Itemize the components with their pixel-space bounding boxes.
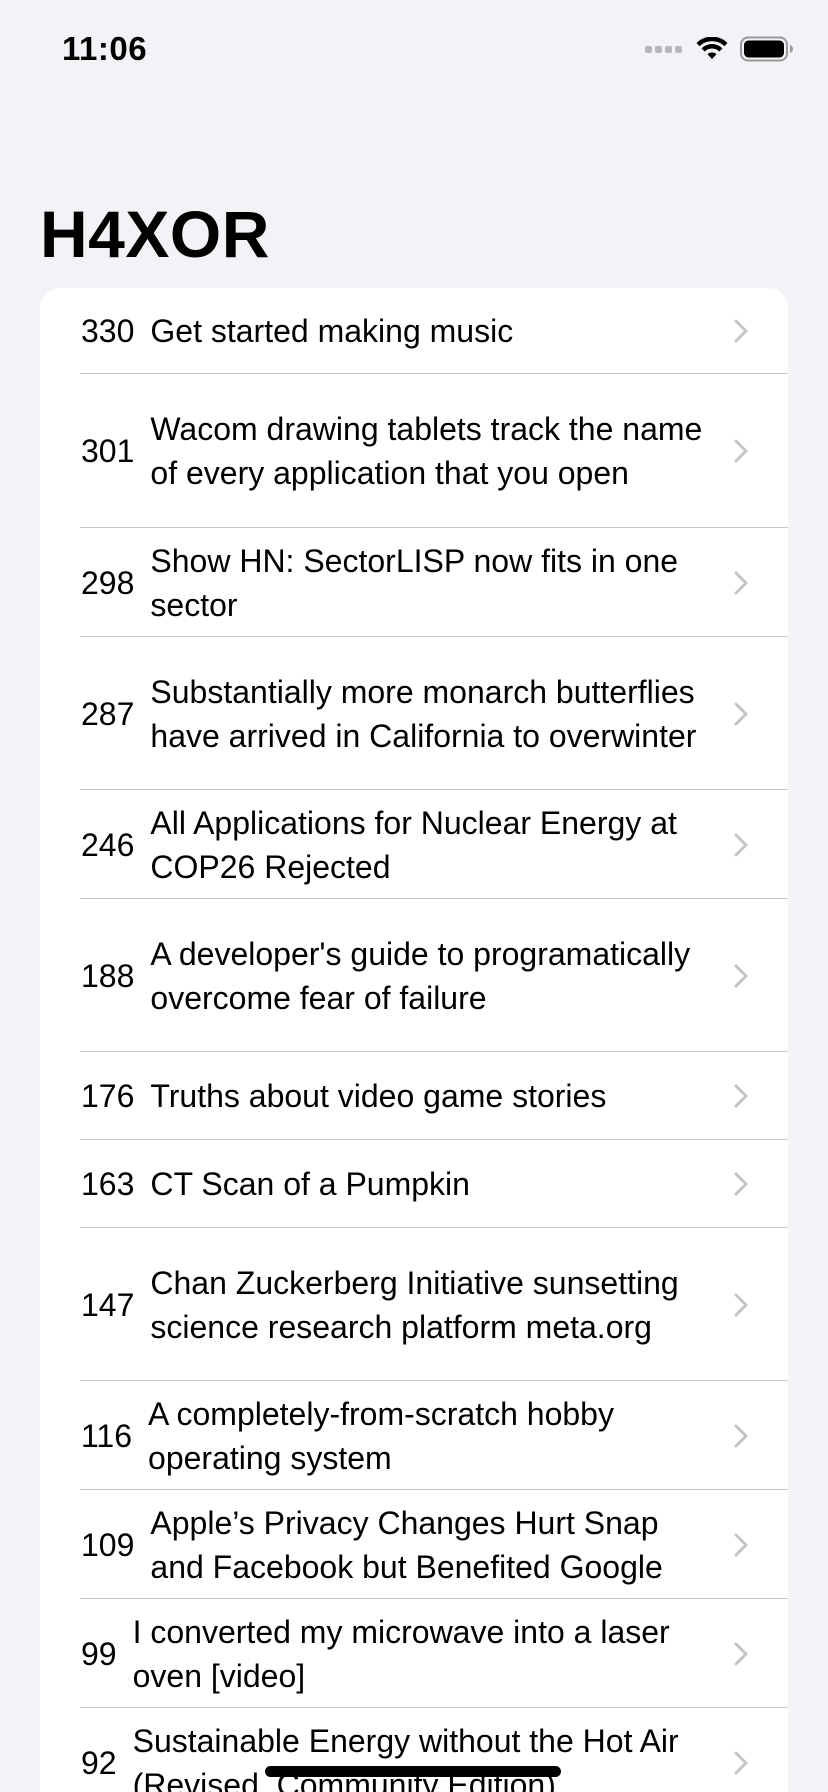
story-score: 298	[81, 564, 135, 601]
chevron-right-icon	[734, 964, 748, 987]
story-row[interactable]: 176 Truths about video game stories	[40, 1052, 788, 1140]
story-row[interactable]: 188 A developer's guide to programaticall…	[40, 899, 788, 1052]
story-title: Substantially more monarch butterflies h…	[150, 673, 697, 754]
home-indicator	[265, 1766, 561, 1777]
chevron-right-icon	[734, 1084, 748, 1108]
story-row[interactable]: 301 Wacom drawing tablets track the name …	[40, 374, 788, 528]
story-title: Wacom drawing tablets track the name of …	[150, 411, 703, 491]
story-score: 301	[81, 433, 135, 469]
story-score: 99	[81, 1635, 117, 1672]
story-list: 330 Get started making music 301 Wacom draw…	[40, 288, 788, 1792]
story-score: 287	[81, 695, 135, 732]
story-title: Apple’s Privacy Changes Hurt Snap and Fa…	[150, 1504, 663, 1585]
story-title: Show HN: SectorLISP now fits in one sect…	[150, 542, 679, 623]
story-score: 176	[81, 1078, 135, 1114]
story-row[interactable]: 92 Sustainable Energy without the Hot Air…	[40, 1708, 788, 1792]
screen: 11:06 H4XOR 330 Get started making music 3…	[0, 0, 828, 1792]
story-title: All Applications for Nuclear Energy at C…	[150, 804, 677, 885]
chevron-right-icon	[734, 1172, 748, 1196]
chevron-right-icon	[734, 1751, 748, 1774]
story-row[interactable]: 99 I converted my microwave into a laser …	[40, 1599, 788, 1708]
story-score: 147	[81, 1286, 135, 1323]
chevron-right-icon	[734, 833, 748, 856]
story-title: CT Scan of a Pumpkin	[150, 1166, 470, 1202]
story-row[interactable]: 163 CT Scan of a Pumpkin	[40, 1140, 788, 1228]
story-row[interactable]: 109 Apple’s Privacy Changes Hurt Snap and…	[40, 1490, 788, 1599]
story-row[interactable]: 246 All Applications for Nuclear Energy a…	[40, 790, 788, 899]
chevron-right-icon	[734, 702, 748, 725]
cellular-signal-icon	[645, 45, 682, 53]
chevron-right-icon	[734, 571, 748, 594]
story-title: A developer's guide to programatically o…	[150, 935, 691, 1016]
wifi-icon	[696, 37, 728, 59]
story-title: Sustainable Energy without the Hot Air (…	[132, 1722, 679, 1792]
battery-icon	[740, 36, 793, 62]
chevron-right-icon	[734, 1293, 748, 1316]
chevron-right-icon	[734, 439, 748, 463]
story-score: 246	[81, 826, 135, 863]
status-bar: 11:06	[0, 0, 828, 100]
story-row[interactable]: 116 A completely-from-scratch hobby opera…	[40, 1381, 788, 1490]
chevron-right-icon	[734, 1642, 748, 1665]
story-title: Get started making music	[150, 313, 514, 349]
story-title: I converted my microwave into a laser ov…	[132, 1613, 670, 1694]
story-title: Chan Zuckerberg Initiative sunsetting sc…	[150, 1264, 679, 1345]
story-title: Truths about video game stories	[150, 1078, 607, 1114]
story-score: 116	[81, 1417, 133, 1454]
story-score: 188	[81, 957, 135, 994]
story-score: 330	[81, 313, 135, 349]
story-title: A completely-from-scratch hobby operatin…	[148, 1395, 614, 1476]
story-row[interactable]: 147 Chan Zuckerberg Initiative sunsetting…	[40, 1228, 788, 1381]
chevron-right-icon	[734, 319, 748, 343]
status-time: 11:06	[62, 30, 148, 67]
story-score: 163	[81, 1166, 135, 1202]
chevron-right-icon	[734, 1533, 748, 1556]
status-icons	[645, 36, 794, 62]
story-row[interactable]: 287 Substantially more monarch butterflie…	[40, 637, 788, 790]
story-score: 92	[81, 1744, 117, 1781]
story-row[interactable]: 330 Get started making music	[40, 288, 788, 374]
story-row[interactable]: 298 Show HN: SectorLISP now fits in one s…	[40, 528, 788, 637]
page-title: H4XOR	[40, 197, 270, 271]
chevron-right-icon	[734, 1424, 748, 1447]
story-score: 109	[81, 1526, 135, 1563]
